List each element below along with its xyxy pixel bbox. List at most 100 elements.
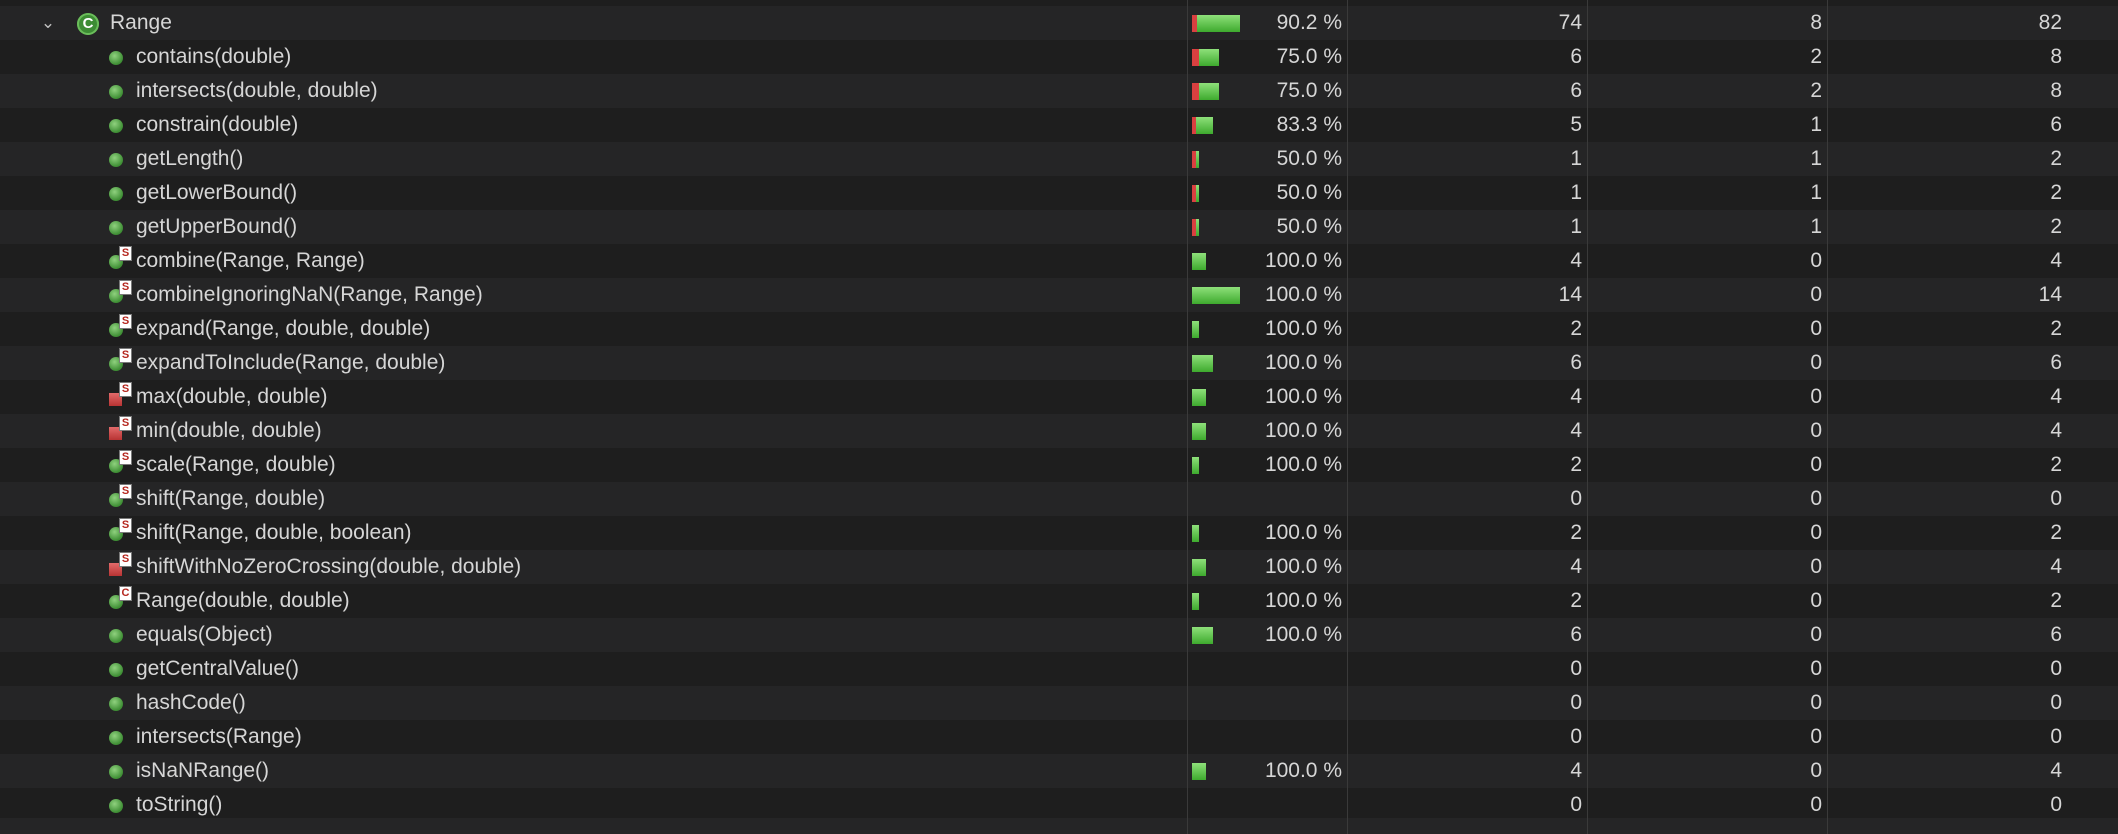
method-row[interactable]: toString() 0 0 0: [0, 788, 2118, 822]
total-count: 6: [2050, 113, 2062, 136]
coverage-percent: 100.0 %: [1264, 249, 1342, 272]
method-row[interactable]: getUpperBound() 50.0 % 1 1 2: [0, 210, 2118, 244]
method-name: expand(Range, double, double): [136, 317, 431, 340]
coverage-percent: 75.0 %: [1276, 79, 1342, 102]
coverage-bar: [1192, 559, 1206, 576]
coverage-bar: [1192, 151, 1199, 168]
covered-bar-segment: [1192, 457, 1199, 474]
public-method-icon: [109, 731, 123, 745]
method-row[interactable]: isNaNRange() 100.0 % 4 0 4: [0, 754, 2118, 788]
static-badge-icon: S: [119, 416, 132, 431]
class-name: Range: [110, 11, 172, 34]
missed-bar-segment: [1192, 83, 1199, 100]
method-row[interactable]: hashCode() 0 0 0: [0, 686, 2118, 720]
covered-count: 4: [1570, 385, 1582, 408]
coverage-bar: [1192, 525, 1199, 542]
total-count: 0: [2050, 691, 2062, 714]
column-divider: [1187, 0, 1188, 834]
method-row[interactable]: Smax(double, double) 100.0 % 4 0 4: [0, 380, 2118, 414]
method-row[interactable]: C Range(double, double) 100.0 % 2 0 2: [0, 584, 2118, 618]
missed-count: 0: [1810, 793, 1822, 816]
static-badge-icon: S: [119, 280, 132, 295]
covered-bar-segment: [1197, 15, 1240, 32]
method-row[interactable]: ScombineIgnoringNaN(Range, Range) 100.0 %…: [0, 278, 2118, 312]
covered-count: 4: [1570, 555, 1582, 578]
coverage-percent: 100.0 %: [1264, 419, 1342, 442]
method-row[interactable]: Sshift(Range, double) 0 0 0: [0, 482, 2118, 516]
covered-count: 1: [1570, 147, 1582, 170]
method-row[interactable]: getLowerBound() 50.0 % 1 1 2: [0, 176, 2118, 210]
covered-count: 6: [1570, 623, 1582, 646]
method-row[interactable]: Smin(double, double) 100.0 % 4 0 4: [0, 414, 2118, 448]
method-name: min(double, double): [136, 419, 322, 442]
missed-bar-segment: [1192, 49, 1199, 66]
missed-count: 2: [1810, 79, 1822, 102]
total-count: 82: [2038, 11, 2062, 34]
missed-count: 0: [1810, 555, 1822, 578]
coverage-percent: 100.0 %: [1264, 589, 1342, 612]
covered-count: 4: [1570, 419, 1582, 442]
public-method-icon: [109, 697, 123, 711]
total-count: 2: [2050, 215, 2062, 238]
method-row[interactable]: getCentralValue() 0 0 0: [0, 652, 2118, 686]
total-count: 2: [2050, 181, 2062, 204]
method-name: expandToInclude(Range, double): [136, 351, 446, 374]
missed-count: 8: [1810, 11, 1822, 34]
missed-count: 0: [1810, 453, 1822, 476]
method-row[interactable]: intersects(Range) 0 0 0: [0, 720, 2118, 754]
public-method-icon: [109, 663, 123, 677]
class-row-range[interactable]: ⌄ C Range 90.2 % 74 8 82: [0, 6, 2118, 40]
method-row[interactable]: intersects(double, double) 75.0 % 6 2 8: [0, 74, 2118, 108]
method-row[interactable]: equals(Object) 100.0 % 6 0 6: [0, 618, 2118, 652]
covered-count: 6: [1570, 45, 1582, 68]
missed-count: 2: [1810, 45, 1822, 68]
public-method-icon: [109, 765, 123, 779]
missed-count: 0: [1810, 419, 1822, 442]
method-row[interactable]: contains(double) 75.0 % 6 2 8: [0, 40, 2118, 74]
method-name: Range(double, double): [136, 589, 350, 612]
method-row[interactable]: constrain(double) 83.3 % 5 1 6: [0, 108, 2118, 142]
method-row[interactable]: Sscale(Range, double) 100.0 % 2 0 2: [0, 448, 2118, 482]
static-badge-icon: S: [119, 518, 132, 533]
total-count: 4: [2050, 759, 2062, 782]
chevron-down-icon[interactable]: ⌄: [38, 6, 58, 40]
method-row[interactable]: Sshift(Range, double, boolean) 100.0 % 2 0 2: [0, 516, 2118, 550]
coverage-bar: [1192, 287, 1240, 304]
covered-count: 1: [1570, 181, 1582, 204]
total-count: 6: [2050, 623, 2062, 646]
missed-count: 1: [1810, 181, 1822, 204]
covered-bar-segment: [1192, 253, 1206, 270]
covered-bar-segment: [1196, 117, 1213, 134]
coverage-bar: [1192, 593, 1199, 610]
coverage-bar: [1192, 49, 1219, 66]
public-method-icon: [109, 629, 123, 643]
covered-count: 0: [1570, 725, 1582, 748]
total-count: 2: [2050, 589, 2062, 612]
coverage-percent: 100.0 %: [1264, 351, 1342, 374]
missed-count: 0: [1810, 351, 1822, 374]
coverage-bar: [1192, 185, 1199, 202]
public-method-icon: [109, 85, 123, 99]
covered-bar-segment: [1192, 763, 1206, 780]
covered-count: 2: [1570, 589, 1582, 612]
column-divider: [1347, 0, 1348, 834]
constructor-badge-icon: C: [119, 586, 132, 601]
public-method-icon: [109, 187, 123, 201]
method-name: combineIgnoringNaN(Range, Range): [136, 283, 483, 306]
method-name: contains(double): [136, 45, 292, 68]
table-row-partial-bottom[interactable]: [0, 818, 2118, 834]
covered-count: 2: [1570, 453, 1582, 476]
total-count: 2: [2050, 453, 2062, 476]
static-badge-icon: S: [119, 382, 132, 397]
total-count: 8: [2050, 45, 2062, 68]
method-row[interactable]: getLength() 50.0 % 1 1 2: [0, 142, 2118, 176]
method-row[interactable]: Sexpand(Range, double, double) 100.0 % 2 0 2: [0, 312, 2118, 346]
method-row[interactable]: Scombine(Range, Range) 100.0 % 4 0 4: [0, 244, 2118, 278]
method-name: isNaNRange(): [136, 759, 270, 782]
column-divider: [1587, 0, 1588, 834]
method-row[interactable]: SexpandToInclude(Range, double) 100.0 % 6 0…: [0, 346, 2118, 380]
missed-count: 0: [1810, 487, 1822, 510]
method-row[interactable]: SshiftWithNoZeroCrossing(double, double)…: [0, 550, 2118, 584]
total-count: 0: [2050, 725, 2062, 748]
covered-bar-segment: [1192, 355, 1213, 372]
